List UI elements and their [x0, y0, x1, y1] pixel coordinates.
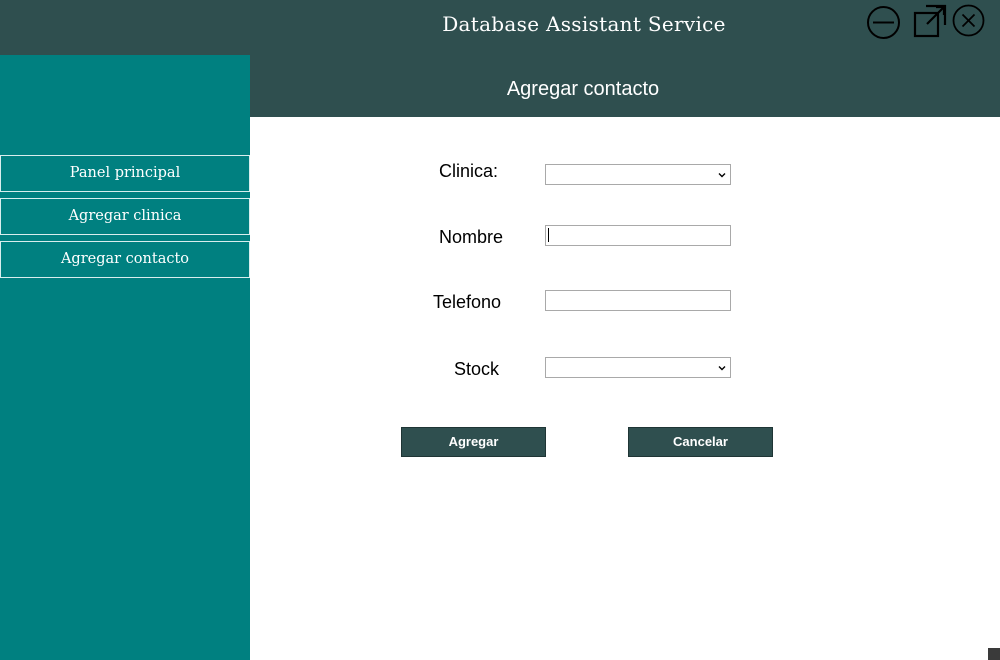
- sidebar-item-agregar-contacto[interactable]: Agregar contacto: [0, 241, 250, 278]
- maximize-button[interactable]: [912, 3, 948, 39]
- sidebar: Panel principal Agregar clinica Agregar …: [0, 55, 250, 660]
- stock-select[interactable]: [545, 357, 731, 378]
- nombre-input[interactable]: [545, 225, 731, 246]
- close-button[interactable]: [951, 4, 986, 37]
- minimize-circle-icon: [867, 6, 900, 39]
- page-title: Agregar contacto: [506, 78, 660, 100]
- sidebar-item-panel-principal[interactable]: Panel principal: [0, 155, 250, 192]
- resize-grip[interactable]: [988, 648, 1000, 660]
- stock-label: Stock: [454, 359, 500, 379]
- maximize-icon: [913, 4, 947, 38]
- sidebar-item-agregar-clinica[interactable]: Agregar clinica: [0, 198, 250, 235]
- clinica-label: Clinica:: [439, 161, 499, 181]
- minimize-button[interactable]: [866, 5, 901, 40]
- nombre-label: Nombre: [439, 227, 504, 247]
- title-bar: Database Assistant Service: [0, 0, 1000, 55]
- telefono-label: Telefono: [433, 292, 502, 312]
- telefono-input[interactable]: [545, 290, 731, 311]
- app-title: Database Assistant Service: [442, 12, 726, 36]
- page-header: Agregar contacto: [250, 55, 1000, 117]
- chevron-down-icon: [717, 363, 727, 373]
- chevron-down-icon: [717, 170, 727, 180]
- agregar-button[interactable]: Agregar: [401, 427, 546, 457]
- cancelar-button[interactable]: Cancelar: [628, 427, 773, 457]
- app-window: Database Assistant Service Panel princip…: [0, 0, 1000, 660]
- clinica-select[interactable]: [545, 164, 731, 185]
- close-circle-icon: [952, 4, 985, 37]
- text-cursor: [548, 228, 549, 242]
